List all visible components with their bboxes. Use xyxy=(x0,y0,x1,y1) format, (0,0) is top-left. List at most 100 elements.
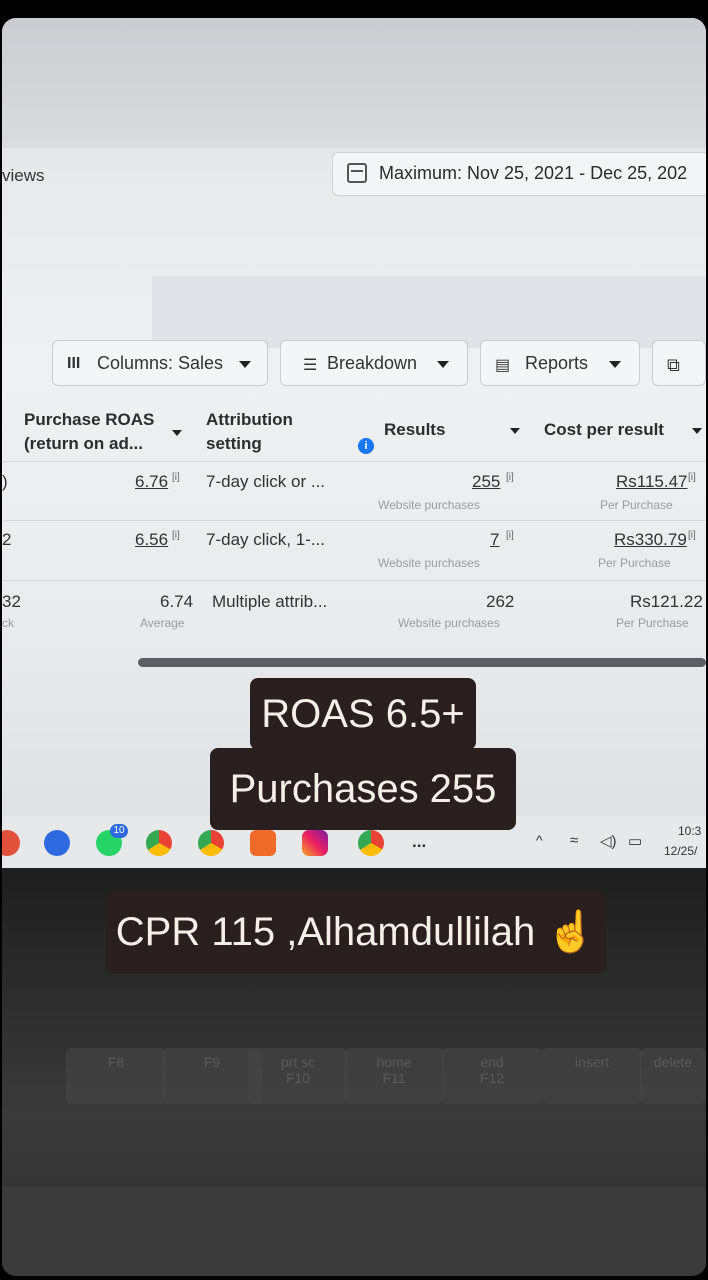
columns-button[interactable]: III Columns: Sales xyxy=(52,340,268,386)
key: home F11 xyxy=(344,1048,444,1104)
results-sublabel: Website purchases xyxy=(378,556,480,570)
battery-icon[interactable]: ▭ xyxy=(628,832,642,850)
key: F9 xyxy=(162,1048,262,1104)
caption-purchases: Purchases 255 xyxy=(210,748,516,830)
key: F8 xyxy=(66,1048,166,1104)
total-left-sublabel: ck xyxy=(2,616,14,630)
attribution-value: 7-day click, 1-... xyxy=(206,530,326,549)
reports-label: Reports xyxy=(525,353,589,373)
key-label: F9 xyxy=(203,1054,221,1070)
total-cost-sublabel: Per Purchase xyxy=(616,616,689,630)
instagram-icon[interactable] xyxy=(302,830,328,856)
info-badge-icon: [i] xyxy=(506,472,514,483)
laptop-bottom xyxy=(2,1186,706,1276)
cost-sublabel: Per Purchase xyxy=(598,556,671,570)
caption-cpr: CPR 115 ,Alhamdullilah ☝️ xyxy=(106,890,606,974)
header-cost-per-result[interactable]: Cost per result xyxy=(544,418,664,442)
export-button[interactable]: ⧉ xyxy=(652,340,706,386)
attribution-value: 7-day click or ... xyxy=(206,472,326,491)
results-sublabel: Website purchases xyxy=(378,498,480,512)
date-range-text: Maximum: Nov 25, 2021 - Dec 25, 202 xyxy=(379,163,688,183)
chrome-icon[interactable] xyxy=(358,830,384,856)
info-badge-icon: [i] xyxy=(172,472,180,483)
more-apps-button[interactable]: ... xyxy=(412,832,426,852)
key: delete xyxy=(640,1048,706,1104)
toolbar-background xyxy=(152,276,706,348)
total-left-value: 32 xyxy=(2,592,21,611)
header-attr-line1: Attribution xyxy=(206,410,293,429)
total-cost-value: Rs121.22 xyxy=(630,592,703,611)
key-label: insert xyxy=(574,1054,610,1070)
total-results-value: 262 xyxy=(486,592,515,611)
caption-roas: ROAS 6.5+ xyxy=(250,678,476,750)
notification-badge: 10 xyxy=(110,824,128,838)
external-link-icon: ⧉ xyxy=(667,355,680,375)
roas-value[interactable]: 6.76 xyxy=(135,472,168,492)
results-value[interactable]: 7 xyxy=(490,530,499,550)
header-purchase-roas[interactable]: Purchase ROAS (return on ad... xyxy=(24,408,154,456)
breakdown-label: Breakdown xyxy=(327,353,418,373)
screen-glare xyxy=(2,18,706,148)
chevron-down-icon xyxy=(437,361,449,368)
key: end F12 xyxy=(442,1048,542,1104)
row-divider xyxy=(2,580,706,581)
total-roas-sublabel: Average xyxy=(140,616,185,630)
sort-caret-icon[interactable] xyxy=(172,430,182,436)
breakdown-button[interactable]: ☰ Breakdown xyxy=(280,340,468,386)
reports-button[interactable]: ▤ Reports xyxy=(480,340,640,386)
roas-value[interactable]: 6.56 xyxy=(135,530,168,550)
clock-date[interactable]: 12/25/ xyxy=(664,844,697,858)
sort-caret-icon[interactable] xyxy=(692,428,702,434)
edge-browser-icon[interactable] xyxy=(44,830,70,856)
keyboard: F8 F9 prt sc F10 home F11 end F12 insert de… xyxy=(2,1048,706,1188)
columns-icon: III xyxy=(67,355,81,372)
key: prt sc F10 xyxy=(248,1048,348,1104)
horizontal-scrollbar[interactable] xyxy=(138,658,706,667)
key-label: F8 xyxy=(107,1054,125,1070)
info-badge-icon: [i] xyxy=(172,530,180,541)
header-attr-line2: setting xyxy=(206,434,262,453)
header-roas-line2: (return on ad... xyxy=(24,434,143,453)
views-label[interactable]: views xyxy=(2,166,45,186)
reports-icon: ▤ xyxy=(495,357,511,374)
row-divider xyxy=(2,520,706,521)
key-label: F10 xyxy=(285,1070,311,1086)
info-icon[interactable]: i xyxy=(358,438,374,454)
cost-sublabel: Per Purchase xyxy=(600,498,673,512)
calendar-icon xyxy=(347,163,367,183)
chrome-icon[interactable] xyxy=(146,830,172,856)
info-badge-icon: [i] xyxy=(506,530,514,541)
total-roas-value: 6.74 xyxy=(160,592,194,611)
clock-time[interactable]: 10:3 xyxy=(678,824,701,838)
key-label: home xyxy=(376,1054,412,1070)
cost-value[interactable]: Rs115.47 xyxy=(616,472,688,492)
key-label: prt sc xyxy=(280,1054,316,1070)
story-frame: views Maximum: Nov 25, 2021 - Dec 25, 20… xyxy=(2,18,706,1276)
key: insert xyxy=(542,1048,642,1104)
sort-caret-icon[interactable] xyxy=(510,428,520,434)
row-divider xyxy=(2,461,706,462)
info-badge-icon: [i] xyxy=(688,530,696,541)
total-results-sublabel: Website purchases xyxy=(398,616,500,630)
volume-icon[interactable]: ◁) xyxy=(600,832,617,850)
header-roas-line1: Purchase ROAS xyxy=(24,410,155,429)
row-left-value: ) xyxy=(2,472,8,491)
columns-label: Columns: Sales xyxy=(97,353,224,373)
wifi-icon[interactable]: ≈ xyxy=(570,832,578,849)
header-results[interactable]: Results xyxy=(384,418,445,442)
key-label: F11 xyxy=(382,1070,406,1086)
results-value[interactable]: 255 xyxy=(472,472,500,492)
cost-value[interactable]: Rs330.79 xyxy=(614,530,687,550)
date-range-picker[interactable]: Maximum: Nov 25, 2021 - Dec 25, 202 xyxy=(332,152,706,196)
key-label: delete xyxy=(653,1054,693,1070)
app-icon[interactable] xyxy=(250,830,276,856)
breakdown-icon: ☰ xyxy=(303,357,318,374)
row-left-value: 2 xyxy=(2,530,12,549)
header-attribution[interactable]: Attribution setting xyxy=(206,408,293,456)
chrome-icon[interactable] xyxy=(198,830,224,856)
info-badge-icon: [i] xyxy=(688,472,696,483)
total-attribution-value: Multiple attrib... xyxy=(212,592,328,611)
chevron-down-icon xyxy=(609,361,621,368)
chevron-down-icon xyxy=(239,361,251,368)
chevron-up-icon[interactable]: ^ xyxy=(536,832,543,848)
